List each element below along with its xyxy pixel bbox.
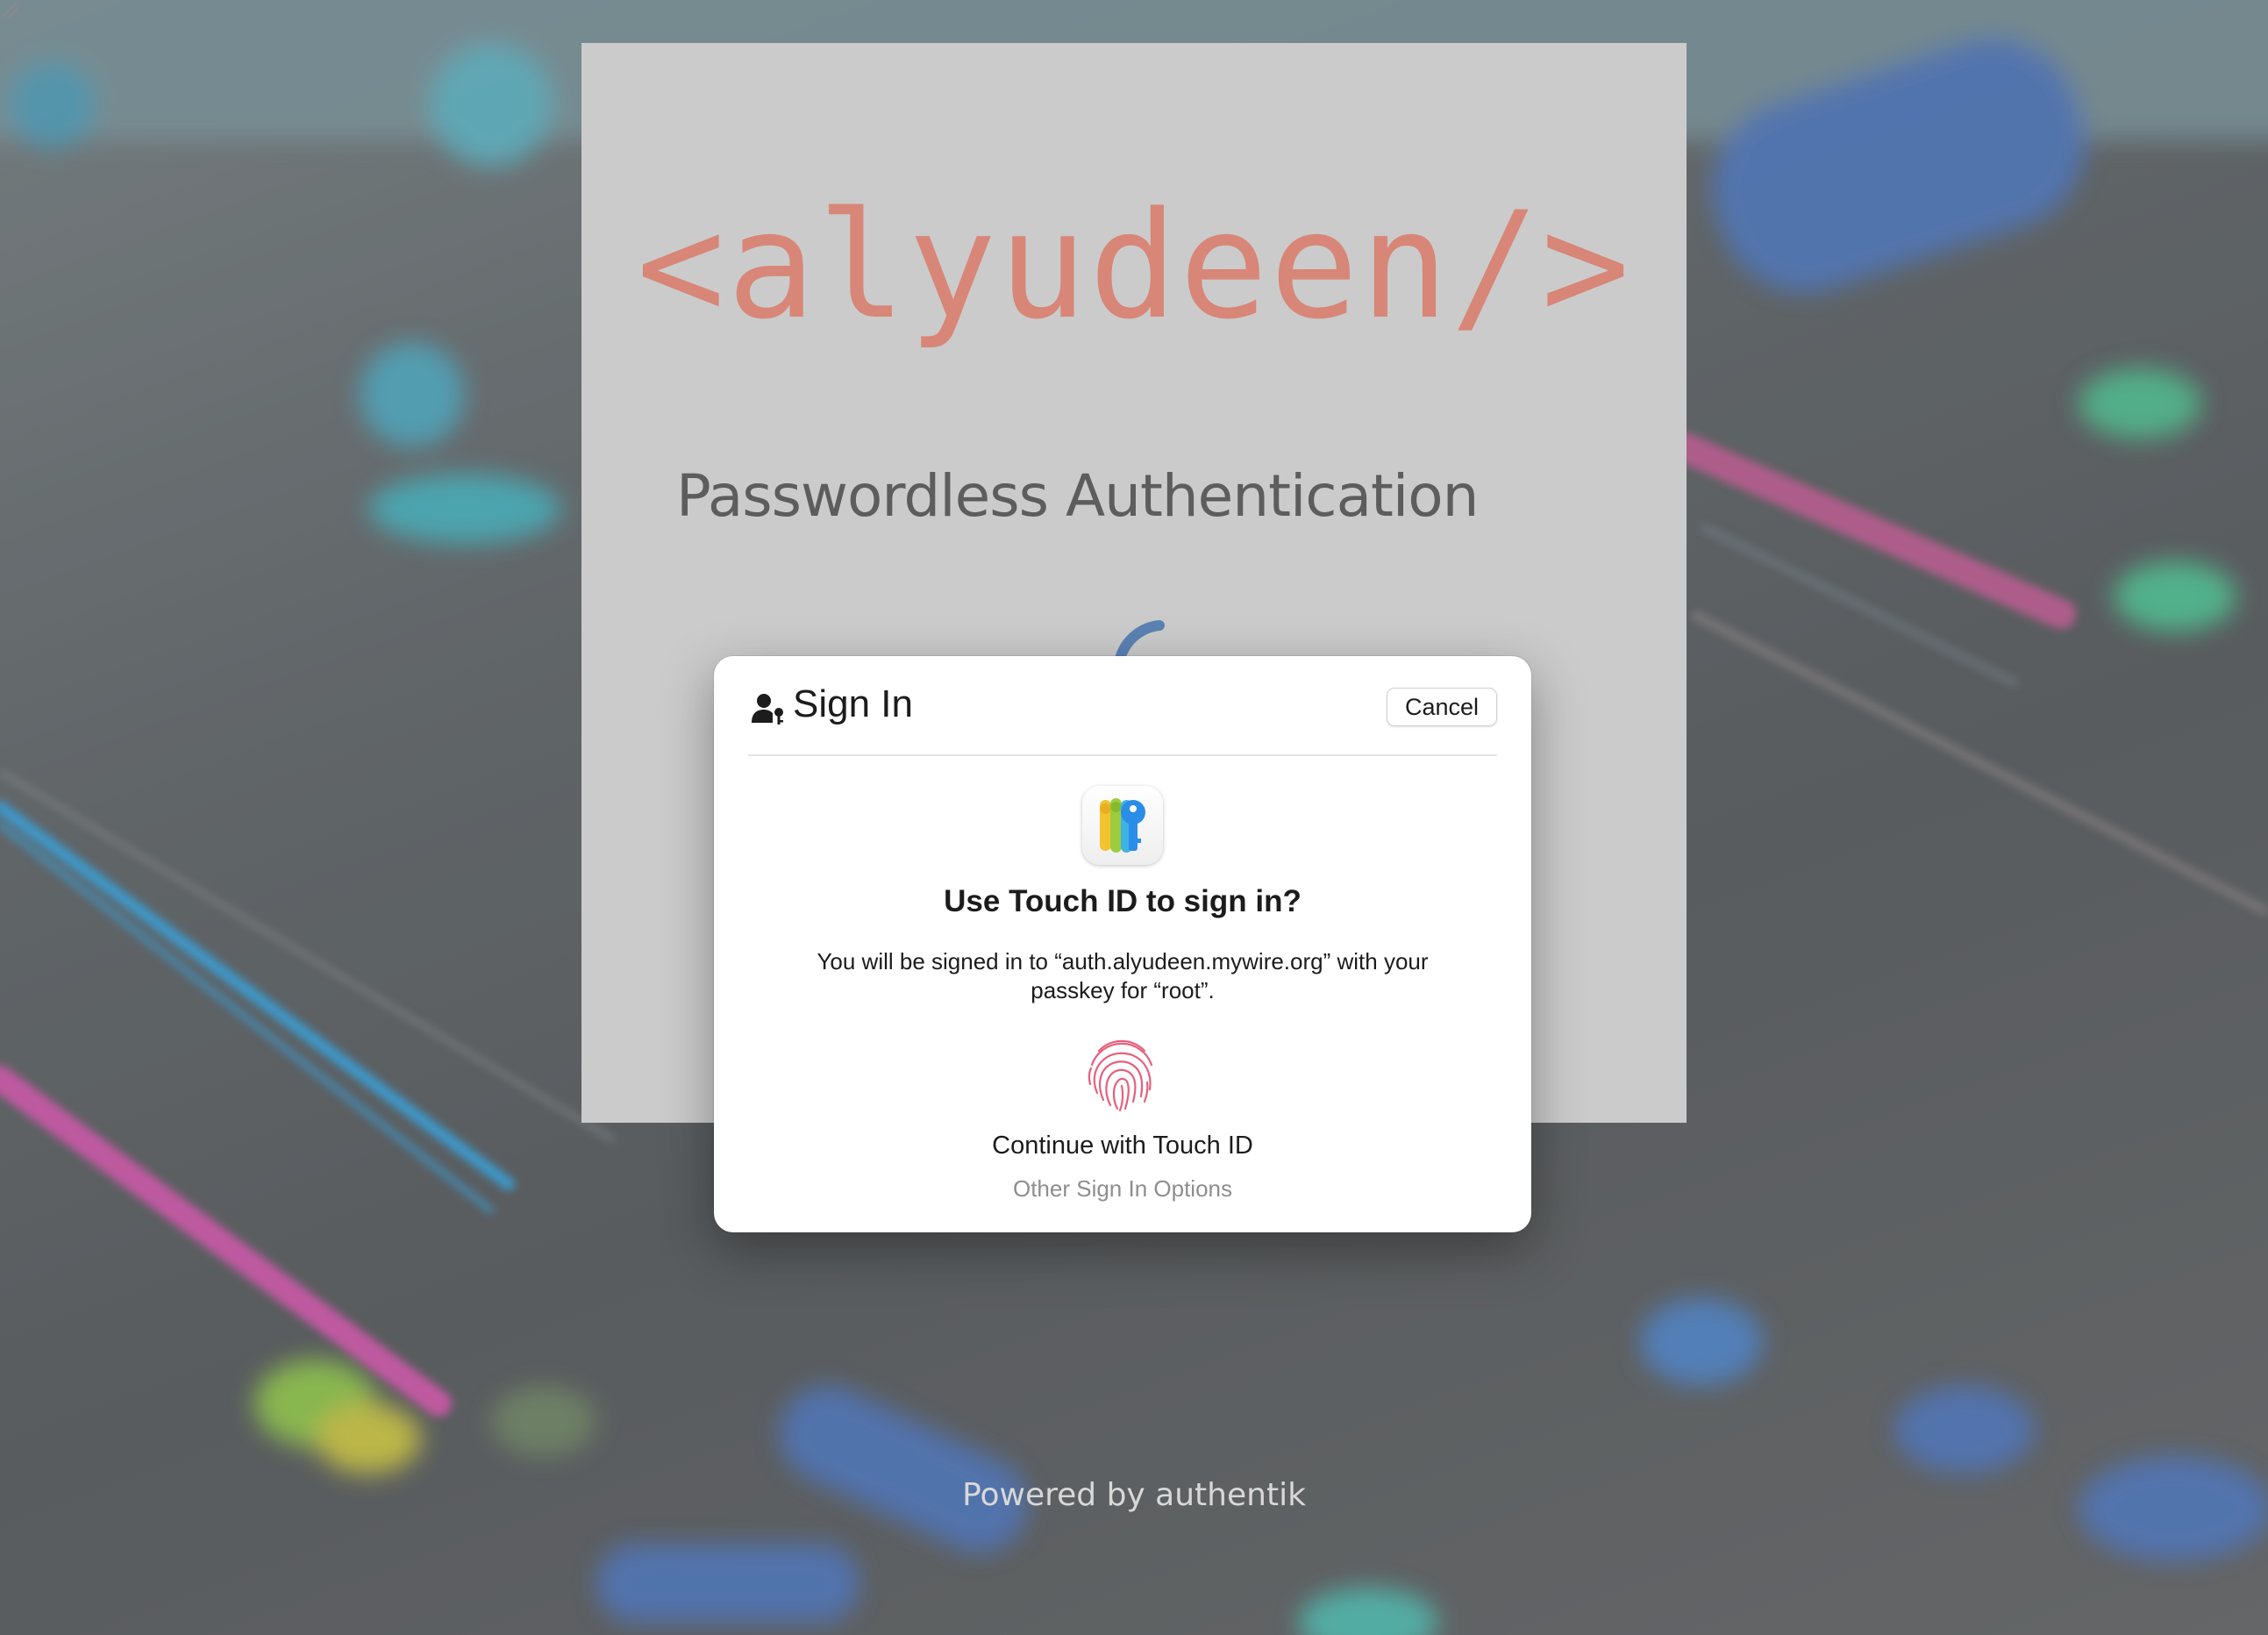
brand-logo: <alyudeen/> xyxy=(636,180,1632,352)
page-title: Passwordless Authentication xyxy=(676,462,1479,530)
dialog-description: You will be signed in to “auth.alyudeen.… xyxy=(817,948,1429,1003)
other-sign-in-options-link[interactable]: Other Sign In Options xyxy=(714,1175,1531,1203)
dialog-question: Use Touch ID to sign in? xyxy=(944,884,1302,918)
powered-by-footer: Powered by authentik xyxy=(962,1477,1306,1513)
person-key-icon xyxy=(752,694,783,725)
fingerprint-icon[interactable] xyxy=(1080,1032,1164,1116)
continue-with-touch-id-label: Continue with Touch ID xyxy=(992,1132,1253,1160)
resize-grip-icon[interactable] xyxy=(0,0,19,19)
passkey-sign-in-dialog: Sign In Cancel Use Touch ID to sign in? … xyxy=(714,656,1531,1232)
dialog-divider xyxy=(748,754,1497,756)
dialog-title: Sign In xyxy=(793,682,913,725)
passwords-keys-icon xyxy=(1082,786,1163,865)
cancel-button[interactable]: Cancel xyxy=(1387,688,1497,726)
